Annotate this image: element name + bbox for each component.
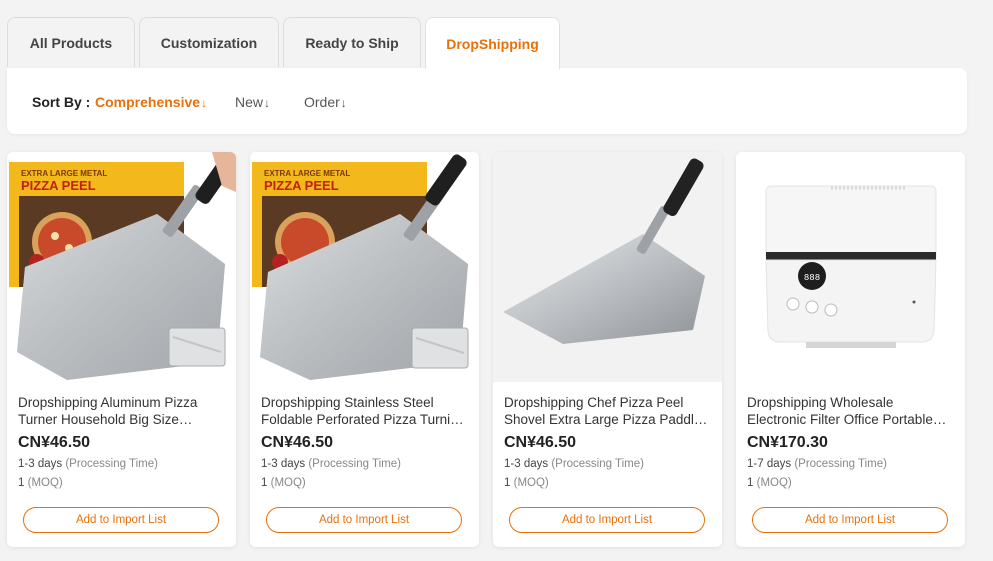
moq: 1 (MOQ) (261, 477, 306, 489)
sort-option-order[interactable]: Order↓ (304, 94, 347, 110)
moq: 1 (MOQ) (18, 477, 63, 489)
sort-option-comprehensive[interactable]: Comprehensive↓ (95, 94, 207, 110)
moq-value: 1 (504, 477, 511, 489)
add-to-import-list-button[interactable]: Add to Import List (23, 507, 219, 533)
moq-label: (MOQ) (27, 477, 63, 489)
product-price: CN¥46.50 (18, 434, 91, 451)
sort-by-label: Sort By : (32, 94, 91, 110)
moq: 1 (MOQ) (747, 477, 792, 489)
processing-label: (Processing Time) (65, 458, 158, 470)
product-card[interactable]: 888 Dropshipping Wholesale Electronic Fi… (736, 152, 965, 547)
processing-time: 1-3 days (Processing Time) (18, 458, 158, 470)
product-title[interactable]: Dropshipping Chef Pizza Peel Shovel Extr… (504, 394, 709, 428)
box-title: PIZZA PEEL (264, 178, 339, 193)
purifier-display: 888 (804, 273, 820, 283)
product-price: CN¥170.30 (747, 434, 828, 451)
processing-days: 1-3 days (504, 458, 549, 470)
box-title: PIZZA PEEL (21, 178, 96, 193)
sort-option-new[interactable]: New↓ (235, 94, 270, 110)
sort-option-label: Comprehensive (95, 94, 201, 110)
product-title[interactable]: Dropshipping Aluminum Pizza Turner House… (18, 394, 223, 428)
processing-days: 1-3 days (18, 458, 63, 470)
processing-time: 1-3 days (Processing Time) (261, 458, 401, 470)
moq-value: 1 (747, 477, 754, 489)
moq-label: (MOQ) (513, 477, 549, 489)
moq-label: (MOQ) (270, 477, 306, 489)
sort-arrow-icon: ↓ (201, 96, 208, 110)
category-tabs: All Products Customization Ready to Ship… (0, 17, 993, 69)
product-image[interactable]: 888 (736, 152, 965, 382)
add-to-import-list-button[interactable]: Add to Import List (266, 507, 462, 533)
tab-customization[interactable]: Customization (139, 17, 279, 67)
processing-label: (Processing Time) (551, 458, 644, 470)
processing-days: 1-3 days (261, 458, 306, 470)
sort-arrow-icon: ↓ (264, 96, 271, 110)
product-card[interactable]: Dropshipping Chef Pizza Peel Shovel Extr… (493, 152, 722, 547)
moq-label: (MOQ) (756, 477, 792, 489)
add-to-import-list-button[interactable]: Add to Import List (509, 507, 705, 533)
box-label: EXTRA LARGE METAL (264, 169, 350, 178)
product-card[interactable]: EXTRA LARGE METAL PIZZA PEEL Dropshippin… (250, 152, 479, 547)
tab-ready-to-ship[interactable]: Ready to Ship (283, 17, 421, 67)
moq: 1 (MOQ) (504, 477, 549, 489)
processing-label: (Processing Time) (308, 458, 401, 470)
product-card[interactable]: EXTRA LARGE METAL PIZZA PEEL Dropshippin… (7, 152, 236, 547)
processing-time: 1-3 days (Processing Time) (504, 458, 644, 470)
sort-option-label: New (235, 94, 264, 110)
sort-arrow-icon: ↓ (340, 96, 347, 110)
box-label: EXTRA LARGE METAL (21, 169, 107, 178)
sort-option-label: Order (304, 94, 340, 110)
processing-time: 1-7 days (Processing Time) (747, 458, 887, 470)
tab-dropshipping[interactable]: DropShipping (425, 17, 560, 69)
moq-value: 1 (18, 477, 25, 489)
tab-all-products[interactable]: All Products (7, 17, 135, 67)
product-image[interactable]: EXTRA LARGE METAL PIZZA PEEL (250, 152, 479, 382)
processing-label: (Processing Time) (794, 458, 887, 470)
product-image[interactable] (493, 152, 722, 382)
add-to-import-list-button[interactable]: Add to Import List (752, 507, 948, 533)
product-price: CN¥46.50 (504, 434, 577, 451)
processing-days: 1-7 days (747, 458, 792, 470)
sort-bar: Sort By : Comprehensive↓ New↓ Order↓ (7, 68, 967, 134)
product-title[interactable]: Dropshipping Wholesale Electronic Filter… (747, 394, 952, 428)
moq-value: 1 (261, 477, 268, 489)
product-price: CN¥46.50 (261, 434, 334, 451)
product-image[interactable]: EXTRA LARGE METAL PIZZA PEEL (7, 152, 236, 382)
product-title[interactable]: Dropshipping Stainless Steel Foldable Pe… (261, 394, 466, 428)
